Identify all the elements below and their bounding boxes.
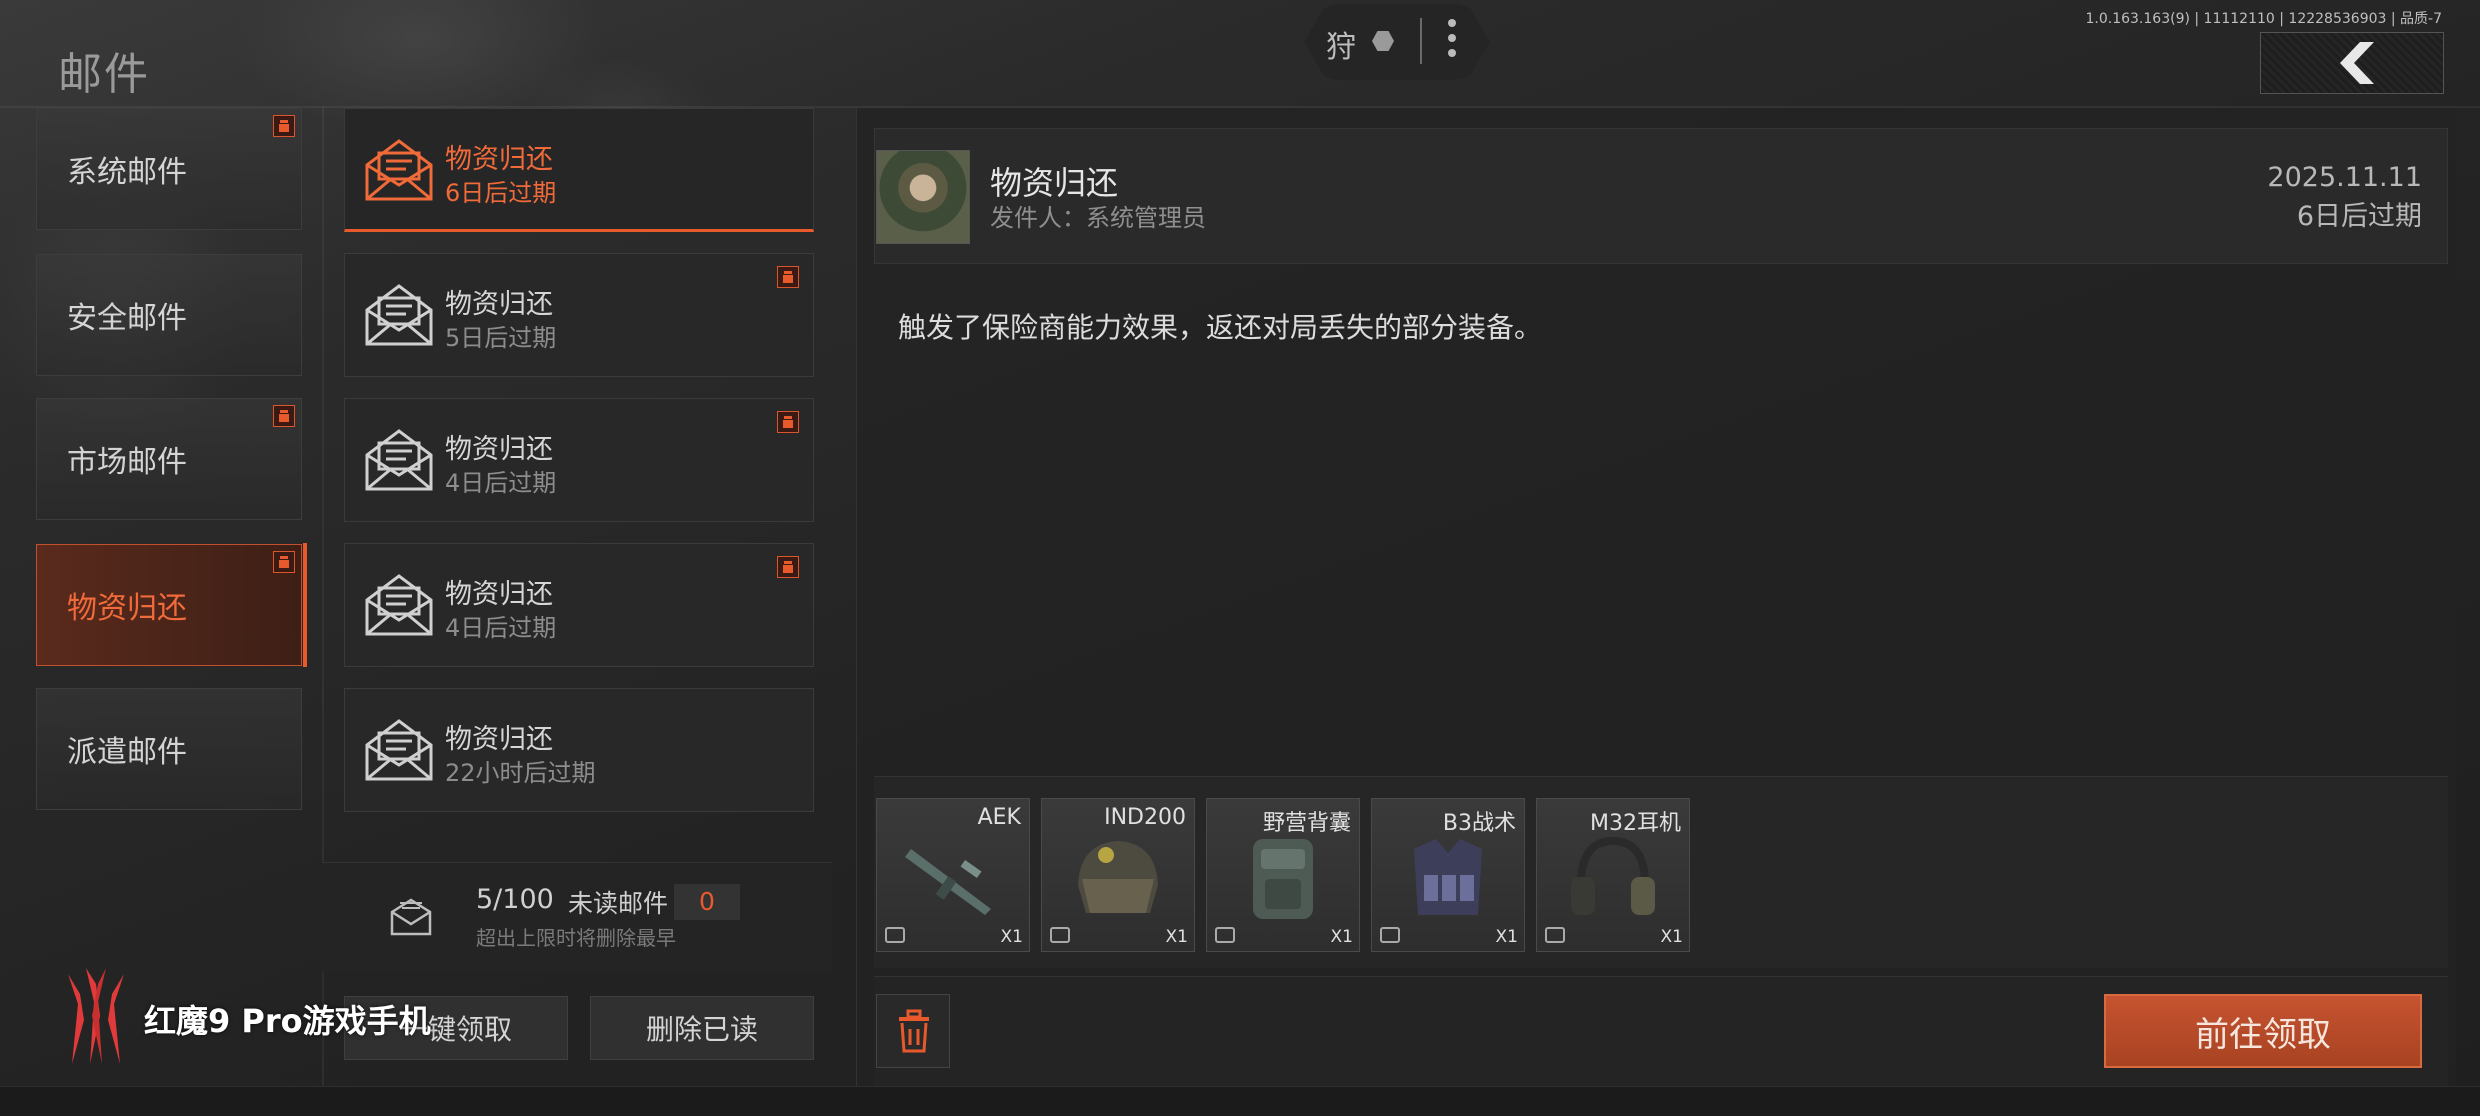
category-supply-return[interactable]: 物资归还 xyxy=(36,543,307,667)
mail-title: 物资归还 xyxy=(445,289,553,320)
attachment-name: 野营背囊 xyxy=(1262,811,1351,836)
detail-date: 2025.11.11 xyxy=(2267,162,2422,193)
mail-expire: 5日后过期 xyxy=(445,324,557,352)
version-text: 1.0.163.163(9) | 11112110 | 12228536903 … xyxy=(2085,11,2443,27)
delete-read-button[interactable]: 删除已读 xyxy=(590,996,814,1060)
attachment-item[interactable]: AEK X1 xyxy=(876,798,1030,952)
envelope-icon xyxy=(365,574,433,636)
unread-count-badge: 0 xyxy=(674,884,740,920)
attachment-qty: X1 xyxy=(1660,927,1683,947)
envelope-icon xyxy=(365,139,433,201)
attachment-qty: X1 xyxy=(1165,927,1188,947)
mail-stack-icon xyxy=(390,898,432,936)
attachment-name: AEK xyxy=(977,805,1021,830)
attachment-item[interactable]: IND200 X1 xyxy=(1041,798,1195,952)
package-icon xyxy=(1545,927,1565,943)
mail-title: 物资归还 xyxy=(445,144,553,175)
package-icon xyxy=(1380,927,1400,943)
category-market-mail[interactable]: 市场邮件 xyxy=(36,398,302,520)
envelope-icon xyxy=(365,284,433,346)
mail-item[interactable]: 物资归还 6日后过期 xyxy=(344,108,814,232)
gift-icon xyxy=(777,411,799,433)
attachment-qty: X1 xyxy=(1000,927,1023,947)
mail-title: 物资归还 xyxy=(445,724,553,755)
rifle-icon xyxy=(905,849,991,915)
category-label: 物资归还 xyxy=(67,591,187,626)
mail-item[interactable]: 物资归还 4日后过期 xyxy=(344,543,814,667)
mail-expire: 6日后过期 xyxy=(445,179,557,207)
pill-label: 狩 xyxy=(1326,30,1356,65)
category-dispatch-mail[interactable]: 派遣邮件 xyxy=(36,688,302,810)
attachment-name: IND200 xyxy=(1104,805,1186,830)
mail-title: 物资归还 xyxy=(445,579,553,610)
category-label: 系统邮件 xyxy=(67,155,187,190)
attachment-item[interactable]: 野营背囊 X1 xyxy=(1206,798,1360,952)
more-options-icon[interactable] xyxy=(1442,16,1462,66)
category-label: 市场邮件 xyxy=(67,445,187,480)
category-system-mail[interactable]: 系统邮件 xyxy=(36,108,302,230)
attachment-name: M32耳机 xyxy=(1590,811,1681,836)
pill-divider xyxy=(1420,18,1422,64)
brand-logo xyxy=(68,968,124,1064)
gift-icon xyxy=(777,266,799,288)
detail-sender: 发件人：系统管理员 xyxy=(990,204,1206,232)
delete-mail-button[interactable] xyxy=(876,994,950,1068)
mail-limit-hint: 超出上限时将删除最早 xyxy=(476,926,676,950)
helmet-icon xyxy=(1078,841,1158,913)
mail-expire: 4日后过期 xyxy=(445,614,557,642)
package-icon xyxy=(885,927,905,943)
delete-read-label: 删除已读 xyxy=(645,1013,758,1046)
attachment-qty: X1 xyxy=(1495,927,1518,947)
envelope-icon xyxy=(365,429,433,491)
bottom-edge xyxy=(0,1086,2480,1116)
mail-item[interactable]: 物资归还 22小时后过期 xyxy=(344,688,814,812)
mail-count: 5/100 xyxy=(476,884,554,915)
gift-icon xyxy=(777,556,799,578)
mail-expire: 22小时后过期 xyxy=(445,759,596,787)
trash-icon xyxy=(899,1009,929,1053)
tactical-vest-icon xyxy=(1414,839,1482,915)
go-claim-button[interactable]: 前往领取 xyxy=(2104,994,2422,1068)
package-icon xyxy=(1050,927,1070,943)
detail-expire: 6日后过期 xyxy=(2296,201,2422,232)
sender-avatar xyxy=(876,150,970,244)
page-title: 邮件 xyxy=(58,49,150,100)
attachment-item[interactable]: M32耳机 X1 xyxy=(1536,798,1690,952)
go-claim-label: 前往领取 xyxy=(2195,1014,2331,1055)
backpack-icon xyxy=(1253,839,1313,919)
attachment-qty: X1 xyxy=(1330,927,1353,947)
mail-expire: 4日后过期 xyxy=(445,469,557,497)
category-label: 派遣邮件 xyxy=(67,735,187,770)
gift-icon xyxy=(273,115,295,137)
unread-label: 未读邮件 xyxy=(568,889,669,918)
mail-item[interactable]: 物资归还 4日后过期 xyxy=(344,398,814,522)
headset-icon xyxy=(1571,836,1655,915)
category-security-mail[interactable]: 安全邮件 xyxy=(36,254,302,376)
mail-title: 物资归还 xyxy=(445,434,553,465)
attachment-item[interactable]: B3战术 X1 xyxy=(1371,798,1525,952)
mail-item[interactable]: 物资归还 5日后过期 xyxy=(344,253,814,377)
envelope-icon xyxy=(365,719,433,781)
chevron-left-icon xyxy=(2340,42,2374,84)
attachment-name: B3战术 xyxy=(1442,811,1516,836)
brand-watermark: 红魔9 Pro游戏手机 xyxy=(144,1002,431,1040)
package-icon xyxy=(1215,927,1235,943)
detail-body: 触发了保险商能力效果，返还对局丢失的部分装备。 xyxy=(898,311,1543,344)
gift-icon xyxy=(273,405,295,427)
category-label: 安全邮件 xyxy=(67,301,187,336)
gift-icon xyxy=(273,551,295,573)
